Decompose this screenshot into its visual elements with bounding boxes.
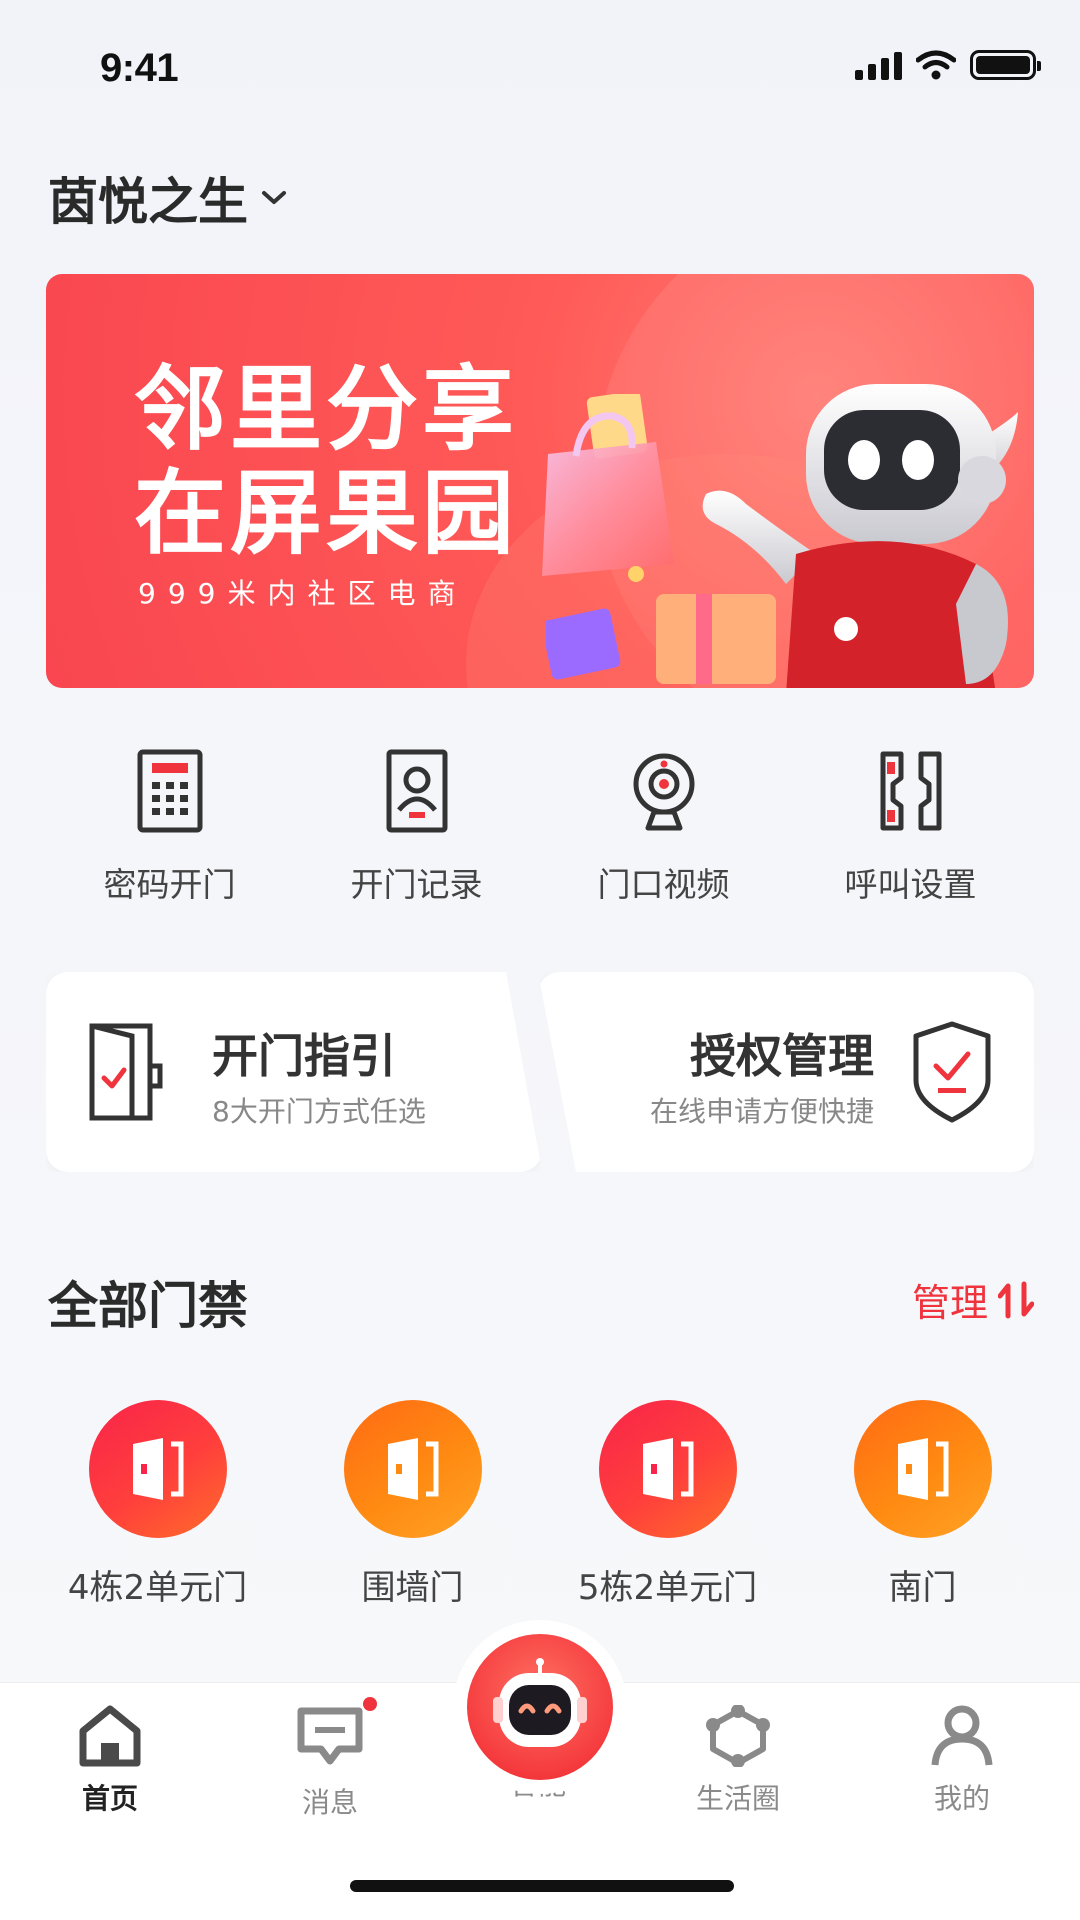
tab-home[interactable]: 首页: [30, 1705, 190, 1817]
person-record-icon: [386, 749, 447, 833]
keypad-icon: [137, 749, 202, 833]
quick-action-password-open[interactable]: 密码开门: [46, 748, 293, 906]
door-item[interactable]: 5栋2单元门: [540, 1400, 795, 1609]
hexagon-network-icon: [706, 1705, 770, 1767]
door-button[interactable]: [598, 1400, 737, 1538]
door-item[interactable]: 南门: [795, 1400, 1050, 1609]
tab-label: 消息: [301, 1786, 358, 1819]
home-indicator: [350, 1880, 734, 1892]
robot-mascot-illustration: [702, 384, 1018, 688]
community-selector[interactable]: 茵悦之生: [48, 162, 288, 234]
robot-face-icon: [493, 1658, 587, 1747]
quick-action-label: 密码开门: [103, 865, 236, 904]
status-icons: [855, 50, 1041, 80]
card-title: 开门指引: [212, 1029, 396, 1083]
sort-arrows-icon: [998, 1281, 1034, 1318]
tab-label: 我的: [933, 1782, 990, 1815]
quick-action-open-records[interactable]: 开门记录: [293, 748, 540, 906]
authorization-card[interactable]: 授权管理 在线申请方便快捷: [538, 972, 1034, 1172]
door-button[interactable]: [88, 1400, 227, 1538]
tab-mine[interactable]: 我的: [882, 1705, 1042, 1817]
quick-action-label: 呼叫设置: [844, 865, 977, 904]
card-subtitle: 8大开门方式任选: [212, 1095, 426, 1128]
phone-settings-icon: [880, 751, 941, 831]
battery-icon: [970, 50, 1041, 80]
door-icon: [642, 1438, 693, 1500]
tab-messages[interactable]: 消息: [250, 1697, 410, 1821]
door-check-icon: [89, 1023, 163, 1121]
quick-actions: 密码开门 开门记录 门口视频 呼叫设置: [46, 748, 1034, 906]
user-icon: [931, 1705, 993, 1766]
shield-check-icon: [913, 1021, 991, 1123]
quick-action-label: 门口视频: [597, 865, 730, 904]
camera-icon: [633, 753, 694, 831]
status-bar: 9:41: [0, 0, 1080, 140]
door-label: 围墙门: [361, 1568, 464, 1608]
open-guide-card[interactable]: 开门指引 8大开门方式任选: [46, 972, 542, 1172]
door-label: 5栋2单元门: [577, 1568, 758, 1608]
quick-action-door-video[interactable]: 门口视频: [540, 748, 787, 906]
door-item[interactable]: 围墙门: [285, 1400, 540, 1609]
door-icon: [897, 1438, 948, 1500]
message-icon: [297, 1707, 363, 1765]
tab-label: 首页: [81, 1782, 138, 1815]
door-label: 南门: [888, 1568, 957, 1608]
banner-title: 邻里分享 在屏果园: [134, 356, 519, 567]
door-button[interactable]: [853, 1400, 992, 1538]
door-label: 4栋2单元门: [67, 1568, 248, 1608]
door-button[interactable]: [343, 1400, 482, 1538]
quick-action-call-settings[interactable]: 呼叫设置: [787, 748, 1034, 906]
community-name: 茵悦之生: [48, 173, 248, 231]
manage-label: 管理: [911, 1281, 988, 1325]
manage-button[interactable]: 管理: [912, 1272, 1034, 1327]
wifi-icon: [916, 50, 956, 80]
cellular-signal-icon: [855, 50, 902, 80]
home-icon: [79, 1705, 141, 1767]
door-icon: [132, 1438, 183, 1500]
door-list: 4栋2单元门 围墙门 5栋2单元门 南门: [30, 1400, 1050, 1609]
tab-label: 生活圈: [695, 1782, 780, 1815]
door-item[interactable]: 4栋2单元门: [30, 1400, 285, 1609]
status-time: 9:41: [100, 46, 179, 90]
card-subtitle: 在线申请方便快捷: [649, 1095, 874, 1128]
door-icon: [387, 1438, 438, 1500]
section-title: 全部门禁: [48, 1277, 248, 1335]
banner-subtitle: 999米内社区电商: [138, 577, 468, 610]
tab-life-circle[interactable]: 生活圈: [658, 1705, 818, 1817]
chevron-down-icon: [262, 191, 286, 204]
tab-smart-button[interactable]: [467, 1634, 613, 1780]
promo-banner[interactable]: 邻里分享 在屏果园 999米内社区电商: [46, 274, 1034, 688]
unread-dot: [363, 1697, 377, 1711]
card-title: 授权管理: [690, 1029, 874, 1083]
quick-action-label: 开门记录: [350, 865, 483, 904]
